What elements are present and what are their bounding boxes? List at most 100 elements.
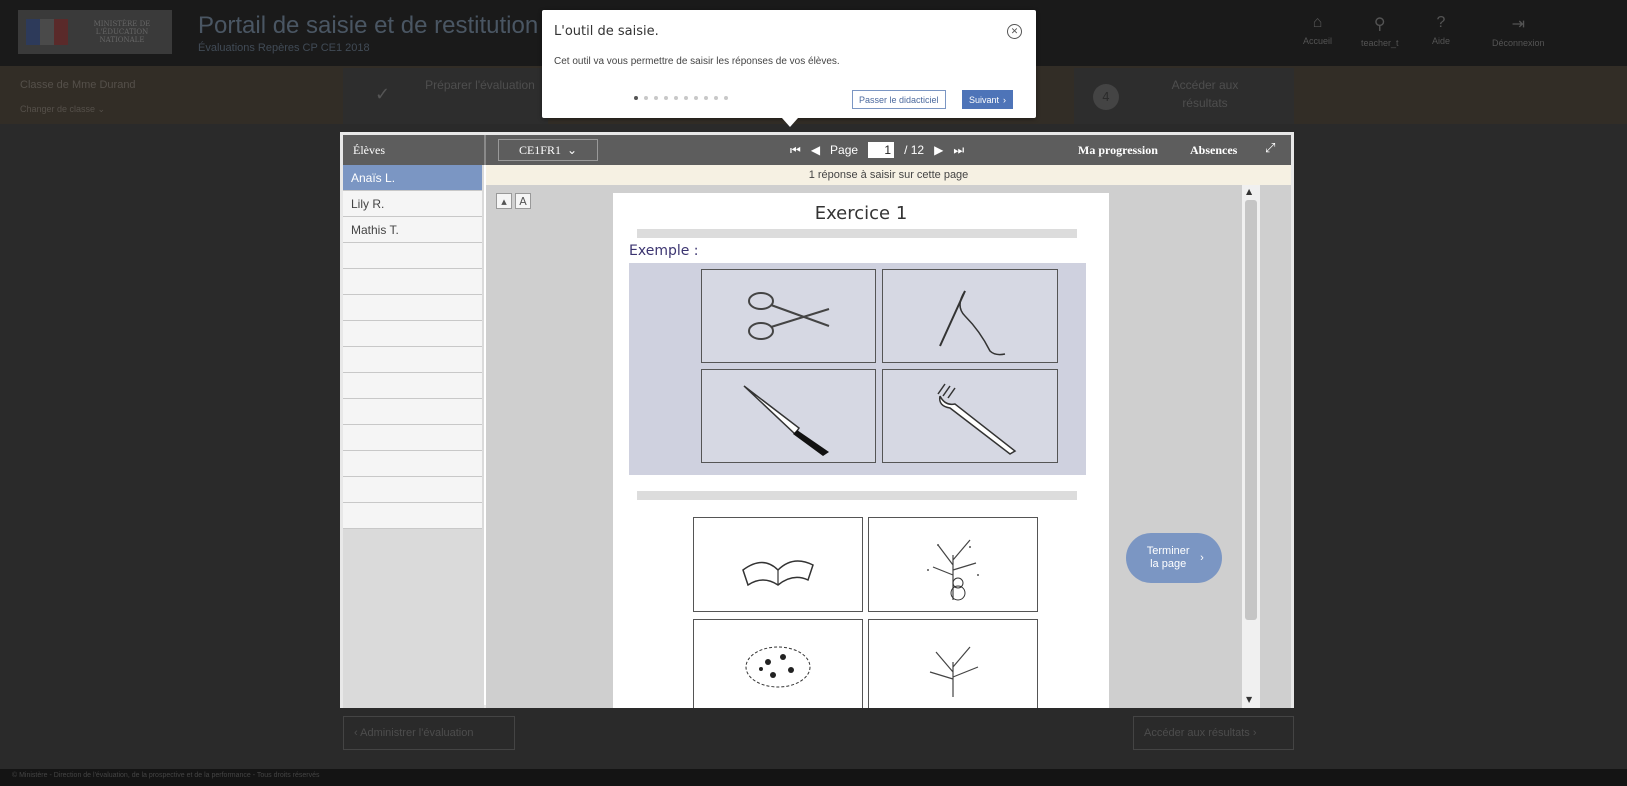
progress-dot[interactable] <box>674 96 678 100</box>
nav-logout[interactable]: ⇥ Déconnexion <box>1492 14 1545 48</box>
instruction-bar <box>637 229 1077 238</box>
next-page-icon[interactable]: ▶ <box>934 143 943 157</box>
step-prepare-label: Préparer l'évaluation <box>425 78 535 92</box>
last-page-icon[interactable]: ⏭ <box>953 143 964 158</box>
student-slot-empty <box>343 295 482 321</box>
next-button-label: Suivant <box>969 94 1000 105</box>
student-slot-empty <box>343 373 482 399</box>
bare-tree-image[interactable] <box>868 619 1038 708</box>
student-list: Anaïs L. Lily R. Mathis T. <box>343 165 484 708</box>
progress-dot[interactable] <box>694 96 698 100</box>
step-results-label: Accéder aux résultats <box>1171 78 1239 110</box>
student-slot-empty <box>343 399 482 425</box>
my-progress-link[interactable]: Ma progression <box>1078 143 1158 158</box>
home-icon: ⌂ <box>1312 14 1323 31</box>
student-item[interactable]: Mathis T. <box>343 217 482 243</box>
fork-image <box>882 369 1058 463</box>
font-increase-button[interactable]: A <box>515 193 531 209</box>
progress-dot[interactable] <box>664 96 668 100</box>
screen: MINISTÈRE DE L'ÉDUCATION NATIONALE Porta… <box>0 0 1627 786</box>
booklet-select[interactable]: CE1FR1 ⌄ <box>498 139 598 161</box>
toolbar-divider <box>484 135 486 165</box>
student-slot-empty <box>343 269 482 295</box>
chevron-right-icon: › <box>1200 551 1204 564</box>
student-item[interactable]: Lily R. <box>343 191 482 217</box>
book-image[interactable] <box>693 517 863 612</box>
nav-logout-label: Déconnexion <box>1492 38 1545 48</box>
nav-user[interactable]: ⚲ teacher_t <box>1361 14 1399 48</box>
page-total: / 12 <box>904 143 925 157</box>
example-grid <box>629 263 1086 475</box>
progress-dot[interactable] <box>684 96 688 100</box>
footer: © Ministère - Direction de l'évaluation,… <box>0 769 1627 786</box>
class-name: Classe de Mme Durand <box>20 79 136 91</box>
nav-help[interactable]: ? Aide <box>1432 14 1450 46</box>
app-title: Portail de saisie et de restitution <box>198 12 539 39</box>
logout-icon: ⇥ <box>1511 16 1525 33</box>
help-icon: ? <box>1436 14 1446 31</box>
access-results-button[interactable]: Accéder aux résultats › <box>1133 716 1294 750</box>
progress-dot[interactable] <box>724 96 728 100</box>
nav-home-label: Accueil <box>1303 36 1333 46</box>
student-item[interactable]: Anaïs L. <box>343 165 482 191</box>
flower-tree-image[interactable] <box>693 619 863 708</box>
student-slot-empty <box>343 425 482 451</box>
next-button[interactable]: Suivant › <box>962 90 1014 109</box>
chevron-down-icon: ⌄ <box>566 142 578 157</box>
ministry-name: MINISTÈRE DE L'ÉDUCATION NATIONALE <box>93 20 151 44</box>
absences-link[interactable]: Absences <box>1190 143 1237 158</box>
student-slot-empty <box>343 451 482 477</box>
entry-tool-modal: Élèves CE1FR1 ⌄ ⏮ ◀ Page 1 / 12 ▶ ⏭ Ma p… <box>340 132 1294 708</box>
app-subtitle: Évaluations Repères CP CE1 2018 <box>198 42 370 54</box>
exercise-title: Exercice 1 <box>814 203 908 224</box>
needle-thread-image <box>882 269 1058 363</box>
nav-help-label: Aide <box>1432 36 1451 46</box>
ministry-logo: MINISTÈRE DE L'ÉDUCATION NATIONALE <box>18 10 172 54</box>
snowy-tree-image[interactable] <box>868 517 1038 612</box>
page-label: Page <box>830 143 859 157</box>
progress-dot[interactable] <box>654 96 658 100</box>
administer-evaluation-button[interactable]: ‹ Administrer l'évaluation <box>343 716 515 750</box>
expand-icon[interactable]: ⤢ <box>1265 141 1275 156</box>
nav-home[interactable]: ⌂ Accueil <box>1303 14 1332 46</box>
tooltip-text: Cet outil va vous permettre de saisir le… <box>554 56 840 67</box>
entry-notice: 1 réponse à saisir sur cette page <box>486 165 1291 185</box>
step-number-badge: 4 <box>1093 84 1119 110</box>
example-label: Exemple : <box>629 243 699 259</box>
progress-dot[interactable] <box>634 96 638 100</box>
progress-dot[interactable] <box>714 96 718 100</box>
tutorial-progress-dots <box>634 96 728 100</box>
scroll-thumb[interactable] <box>1245 200 1257 620</box>
tooltip-title: L'outil de saisie. <box>554 24 659 39</box>
prev-page-icon[interactable]: ◀ <box>811 143 820 157</box>
close-icon[interactable]: ✕ <box>1007 24 1022 39</box>
nav-user-label: teacher_t <box>1361 38 1399 48</box>
page-viewer: ▴ A Exercice 1 Exemple : Terminer la pag… <box>486 185 1291 708</box>
page-input[interactable]: 1 <box>868 142 895 158</box>
chevron-right-icon: › <box>1003 94 1007 105</box>
skip-tutorial-button[interactable]: Passer le didacticiel <box>852 90 946 109</box>
student-slot-empty <box>343 503 482 529</box>
scissors-image <box>701 269 876 363</box>
footer-text: © Ministère - Direction de l'évaluation,… <box>12 772 320 779</box>
progress-dot[interactable] <box>644 96 648 100</box>
user-icon: ⚲ <box>1373 16 1386 33</box>
change-class-link[interactable]: Changer de classe ⌄ <box>20 104 105 115</box>
pager: ⏮ ◀ Page 1 / 12 ▶ ⏭ <box>790 139 964 161</box>
progress-dot[interactable] <box>704 96 708 100</box>
question-bar <box>637 491 1077 500</box>
page-scrollbar[interactable]: ▲ ▼ <box>1242 185 1260 708</box>
font-decrease-button[interactable]: ▴ <box>496 193 512 209</box>
knife-image <box>701 369 876 463</box>
font-size-controls: ▴ A <box>496 193 531 209</box>
scroll-up-icon[interactable]: ▲ <box>1246 187 1252 196</box>
tooltip-caret <box>782 118 798 127</box>
flag-icon <box>26 19 68 45</box>
first-page-icon[interactable]: ⏮ <box>790 143 801 158</box>
tutorial-tooltip: L'outil de saisie. ✕ Cet outil va vous p… <box>542 10 1036 127</box>
scroll-down-icon[interactable]: ▼ <box>1246 695 1252 704</box>
modal-toolbar: Élèves CE1FR1 ⌄ ⏮ ◀ Page 1 / 12 ▶ ⏭ Ma p… <box>343 135 1291 165</box>
student-slot-empty <box>343 243 482 269</box>
finish-page-button[interactable]: Terminer la page › <box>1126 533 1222 583</box>
check-icon: ✓ <box>375 84 391 105</box>
